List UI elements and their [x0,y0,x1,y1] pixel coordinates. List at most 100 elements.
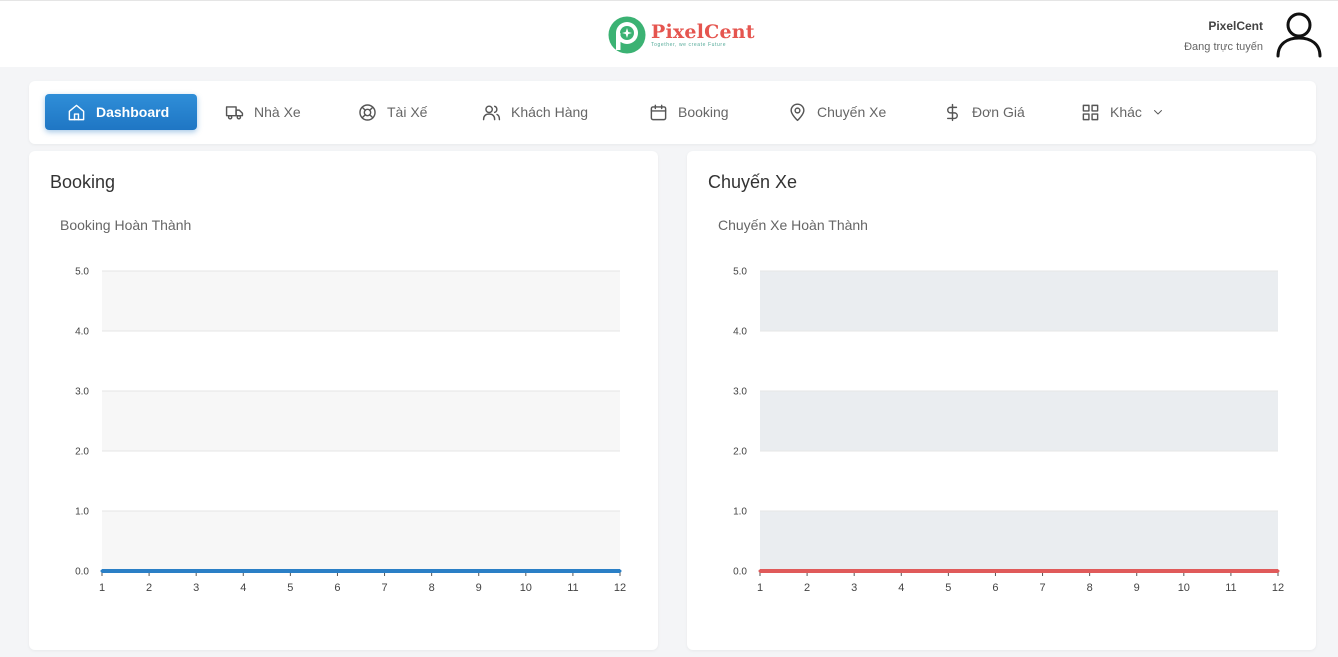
x-tick-label: 1 [99,582,105,594]
nav-label: Đơn Giá [972,104,1025,120]
calendar-icon [650,104,667,120]
logo-wordmark: PixelCent [651,20,755,43]
x-tick-label: 11 [1225,582,1236,594]
x-tick-label: 9 [1134,582,1140,594]
plot-band [760,511,1278,571]
home-icon [68,104,85,120]
data-point [899,569,903,573]
booking-card: Booking Booking Hoàn Thành 0.0 1.0 2.0 3.0 4… [29,151,658,650]
logo-p-icon [608,16,646,54]
main-navbar: Dashboard Nhà Xe Tài Xế Khách Hàng Booki… [29,81,1316,144]
user-avatar-icon[interactable] [1275,10,1323,58]
y-tick-label: 5.0 [733,267,747,278]
data-point [241,569,245,573]
grid-icon [1082,104,1099,120]
nav-label: Khách Hàng [511,104,589,120]
x-tick-label: 2 [146,582,152,594]
x-tick-label: 7 [1039,582,1045,594]
plot-band [760,271,1278,331]
user-info: PixelCent Đang trực tuyến [1184,15,1263,53]
data-point [1229,569,1233,573]
data-point [571,569,575,573]
nav-nha-xe[interactable]: Nhà Xe [225,94,301,130]
x-tick-label: 4 [898,582,904,594]
nav-label: Nhà Xe [254,104,301,120]
nav-booking[interactable]: Booking [649,94,729,130]
top-header: PixelCent Together, we create Future Pix… [0,0,1338,67]
x-tick-label: 10 [1178,582,1190,594]
x-tick-label: 8 [1087,582,1093,594]
y-tick-label: 2.0 [75,447,89,458]
data-point [335,569,339,573]
x-tick-label: 3 [851,582,857,594]
y-tick-label: 1.0 [75,507,89,518]
data-point [1041,569,1045,573]
data-point [758,569,762,573]
user-status: Đang trực tuyến [1184,41,1263,53]
nav-khac-dropdown[interactable]: Khác [1081,94,1164,130]
nav-tai-xe[interactable]: Tài Xế [358,94,427,130]
truck-icon [225,105,244,120]
nav-label: Khác [1110,104,1142,120]
x-tick-label: 11 [567,582,578,594]
data-point [993,569,997,573]
logo-text: PixelCent Together, we create Future [651,20,755,48]
x-tick-label: 9 [476,582,482,594]
data-point [1276,569,1280,573]
logo-tagline: Together, we create Future [651,41,727,48]
map-pin-icon [790,102,805,121]
data-point [100,569,104,573]
nav-label: Booking [678,104,729,120]
plot-band [102,391,620,451]
nav-khach-hang[interactable]: Khách Hàng [482,94,588,130]
data-point [805,569,809,573]
data-point [852,569,856,573]
chevron-down-icon [1153,110,1162,115]
data-point [1088,569,1092,573]
data-point [946,569,950,573]
data-point [524,569,528,573]
data-point [383,569,387,573]
data-point [618,569,622,573]
data-point [430,569,434,573]
y-tick-label: 1.0 [733,507,747,518]
data-point [1135,569,1139,573]
nav-chuyen-xe[interactable]: Chuyến Xe [788,94,886,130]
x-tick-label: 5 [287,582,293,594]
y-tick-label: 3.0 [75,387,89,398]
users-icon [482,104,501,120]
plot-band [760,391,1278,451]
data-point [194,569,198,573]
nav-don-gia[interactable]: Đơn Giá [943,94,1025,130]
x-tick-label: 6 [334,582,340,594]
y-tick-label: 4.0 [75,327,89,338]
plot-band [102,511,620,571]
booking-chart: 0.01.02.03.04.05.01 2 3 4 5 6 7 8 9 10 11 12 [75,267,626,595]
x-tick-label: 6 [992,582,998,594]
user-name: PixelCent [1208,19,1263,33]
nav-label: Tài Xế [387,104,428,120]
nav-label: Dashboard [96,104,170,120]
x-tick-label: 10 [520,582,532,594]
data-point [288,569,292,573]
data-point [477,569,481,573]
y-tick-label: 0.0 [733,567,747,578]
nav-dashboard[interactable]: Dashboard [45,94,198,130]
x-tick-label: 7 [381,582,387,594]
user-menu[interactable]: PixelCent Đang trực tuyến [1184,10,1323,58]
plot-band [102,271,620,331]
data-point [1182,569,1186,573]
x-tick-label: 5 [945,582,951,594]
y-tick-label: 3.0 [733,387,747,398]
y-tick-label: 4.0 [733,327,747,338]
trips-card: Chuyến Xe Chuyến Xe Hoàn Thành 0.0 1.0 2.0… [687,151,1316,650]
x-tick-label: 4 [240,582,246,594]
brand-logo[interactable]: PixelCent Together, we create Future [607,15,755,55]
x-tick-label: 3 [193,582,199,594]
dollar-icon [947,103,958,121]
x-tick-label: 2 [804,582,810,594]
data-point [147,569,151,573]
nav-label: Chuyến Xe [817,104,887,120]
x-tick-label: 12 [1272,582,1284,594]
y-tick-label: 5.0 [75,267,89,278]
